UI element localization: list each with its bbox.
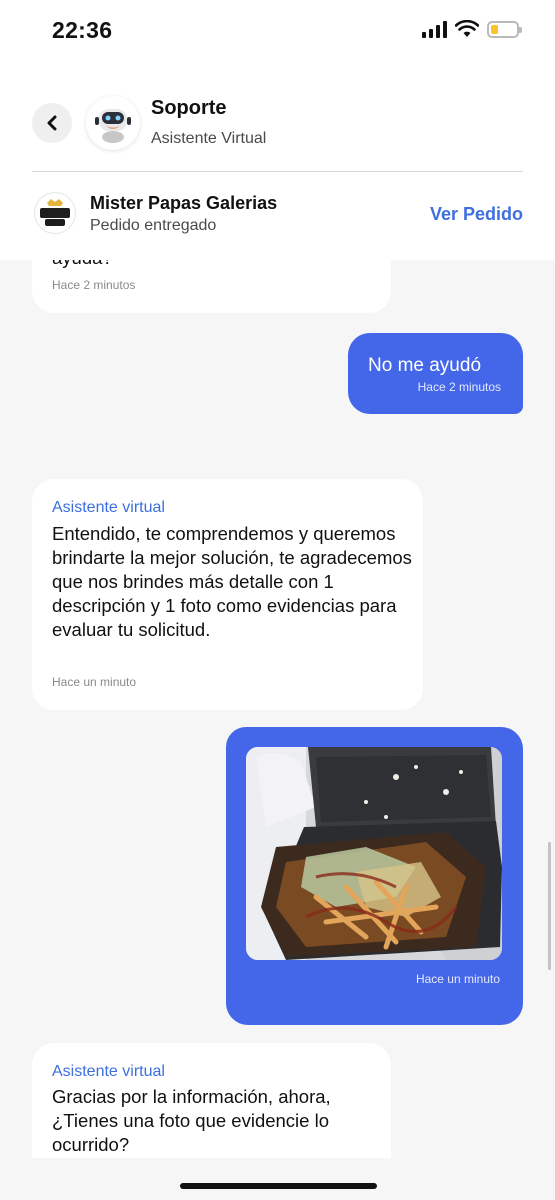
message-time: Hace 2 minutos — [417, 380, 501, 394]
message-text: No me ayudó — [368, 355, 482, 376]
chat-header: Soporte Asistente Virtual Mister Papas G… — [0, 62, 555, 260]
sender-name: Asistente virtual — [52, 1063, 165, 1080]
message-bubble-incoming: Asistente virtual Gracias por la informa… — [32, 1043, 391, 1158]
cellular-signal-icon — [422, 20, 447, 38]
view-order-link[interactable]: Ver Pedido — [430, 204, 523, 225]
food-photo[interactable] — [246, 747, 502, 960]
message-bubble-outgoing-image: Hace un minuto — [226, 727, 523, 1025]
status-time: 22:36 — [52, 17, 113, 43]
message-bubble-outgoing: No me ayudó Hace 2 minutos — [348, 333, 523, 414]
wifi-icon — [455, 20, 479, 37]
store-logo — [34, 192, 76, 234]
status-icons — [422, 20, 522, 38]
food-photo-image — [246, 747, 502, 960]
message-time: Hace 2 minutos — [52, 278, 136, 292]
chat-screen: ayuda? Hace 2 minutos No me ayudó Hace 2… — [0, 0, 555, 1200]
contact-subtitle: Asistente Virtual — [151, 130, 267, 147]
battery-icon — [487, 20, 522, 38]
back-button[interactable] — [32, 103, 72, 143]
message-text: Entendido, te comprendemos y queremos br… — [52, 523, 412, 640]
status-bar: 22:36 — [0, 0, 555, 62]
order-status: Pedido entregado — [90, 217, 217, 234]
header-divider — [32, 171, 523, 172]
message-time: Hace un minuto — [415, 972, 500, 986]
message-text: Gracias por la información, ahora, ¿Tien… — [52, 1086, 331, 1155]
message-bubble-incoming: Asistente virtual Entendido, te comprend… — [32, 479, 423, 710]
store-name: Mister Papas Galerias — [90, 193, 278, 213]
sender-name: Asistente virtual — [52, 499, 165, 516]
robot-icon — [95, 109, 131, 143]
chevron-left-icon — [47, 115, 57, 131]
home-indicator[interactable] — [180, 1183, 377, 1189]
contact-name: Soporte — [151, 97, 227, 119]
avatar — [86, 96, 140, 150]
message-time: Hace un minuto — [52, 675, 137, 689]
battery-level — [491, 24, 499, 34]
scroll-indicator — [548, 842, 551, 970]
